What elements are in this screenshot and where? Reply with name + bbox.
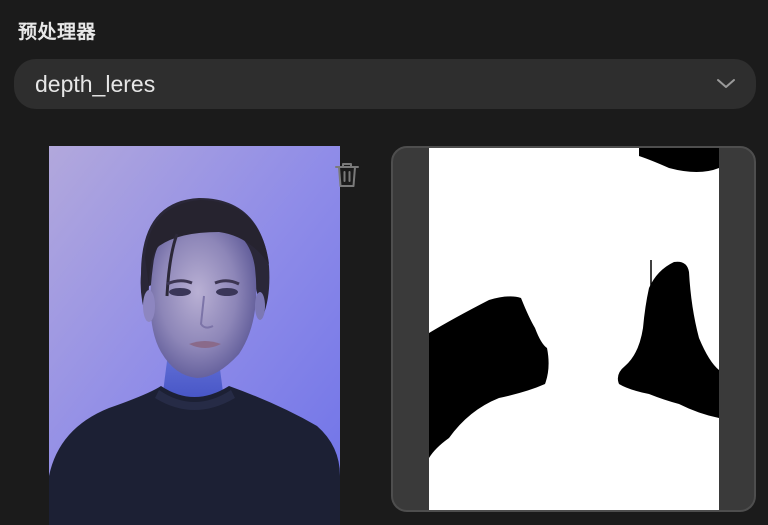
output-image-frame[interactable] — [391, 146, 756, 512]
trash-icon[interactable] — [334, 161, 360, 189]
section-title: 预处理器 — [18, 21, 97, 43]
input-image[interactable] — [49, 146, 340, 525]
preprocessor-panel: 预处理器 depth_leres — [0, 0, 768, 525]
portrait-photo — [49, 146, 340, 525]
depth-map-image — [429, 148, 719, 510]
chevron-down-icon — [717, 79, 735, 88]
preprocessor-select[interactable]: depth_leres — [14, 59, 756, 109]
preprocessor-select-value: depth_leres — [35, 71, 156, 97]
